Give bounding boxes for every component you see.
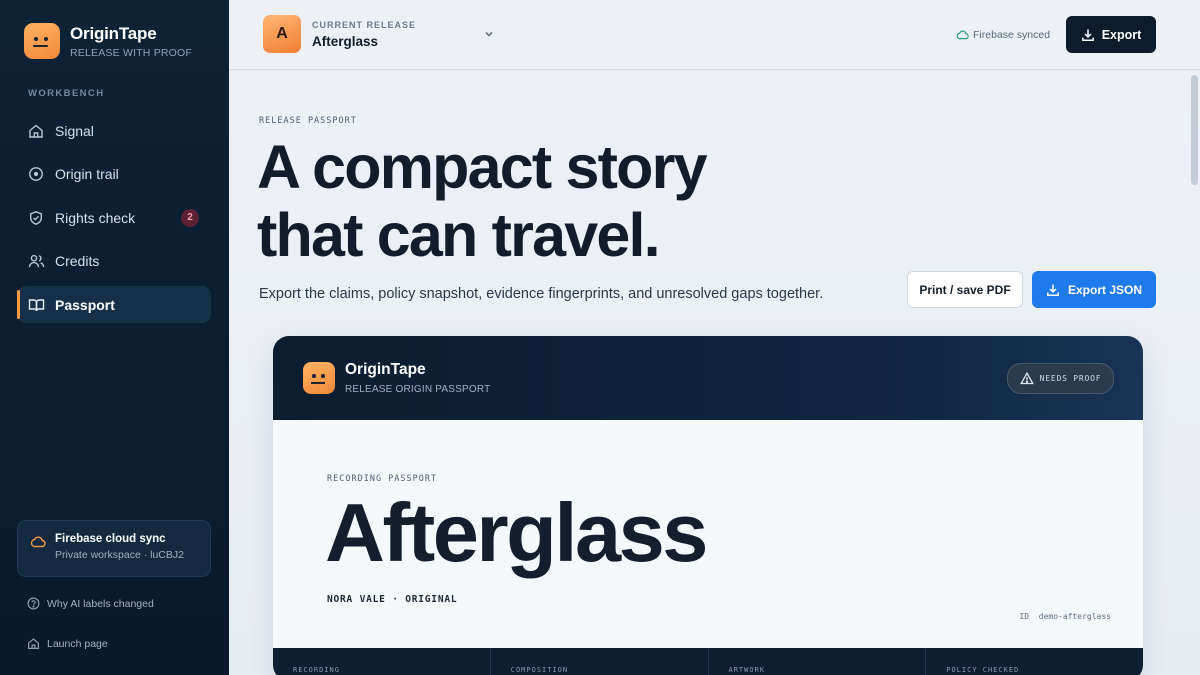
recording-artist: NORA VALE · ORIGINAL	[327, 594, 458, 605]
rights-check-count-badge: 2	[181, 208, 199, 227]
sidebar-nav: Signal Origin trail Rights check 2 Credi…	[17, 112, 211, 330]
sync-card-subtitle: Private workspace · luCBJ2	[55, 549, 184, 561]
export-button-label: Export	[1101, 27, 1142, 42]
download-icon	[1081, 28, 1095, 42]
sync-status: Firebase synced	[956, 29, 1050, 41]
sidebar-item-signal[interactable]: Signal	[17, 112, 211, 149]
export-json-label: Export JSON	[1067, 282, 1142, 297]
recording-id-value: demo-afterglass	[1038, 612, 1111, 621]
book-icon	[27, 296, 45, 314]
page-description: Export the claims, policy snapshot, evid…	[259, 286, 824, 302]
cloud-icon	[956, 30, 969, 40]
origintape-logo-icon	[24, 23, 60, 59]
recording-passport-label: RECORDING PASSPORT	[327, 474, 438, 484]
home-icon	[27, 637, 40, 650]
sidebar-item-credits[interactable]: Credits	[17, 243, 211, 280]
sidebar-item-origin-trail[interactable]: Origin trail	[17, 156, 211, 193]
shield-icon	[27, 209, 45, 227]
current-release-label: CURRENT RELEASE	[312, 20, 417, 30]
target-icon	[27, 165, 45, 183]
passport-subtitle: RELEASE ORIGIN PASSPORT	[345, 384, 491, 395]
recording-title: Afterglass	[325, 486, 708, 579]
sync-card-title: Firebase cloud sync	[55, 533, 166, 545]
brand[interactable]: OriginTape RELEASE WITH PROOF	[24, 23, 192, 59]
footer-col-recording: RECORDING	[273, 648, 491, 675]
footer-col-policy-checked: POLICY CHECKED	[946, 666, 1020, 674]
firebase-sync-card[interactable]: Firebase cloud sync Private workspace · …	[17, 520, 211, 577]
recording-id: ID demo-afterglass	[1019, 612, 1111, 621]
recording-id-label: ID	[1019, 612, 1030, 621]
sidebar-item-label: Signal	[55, 122, 94, 139]
scrollbar[interactable]	[1191, 75, 1198, 185]
current-release-name[interactable]: Afterglass	[312, 34, 378, 49]
sidebar-item-label: Credits	[55, 253, 100, 269]
page-title-line-2: that can travel.	[257, 201, 661, 269]
status-badge: NEEDS PROOF	[1007, 363, 1114, 394]
status-badge-text: NEEDS PROOF	[1039, 374, 1102, 383]
help-icon	[27, 597, 40, 610]
brand-tagline: RELEASE WITH PROOF	[70, 46, 193, 59]
passport-card: OriginTape RELEASE ORIGIN PASSPORT NEEDS…	[273, 336, 1143, 675]
users-icon	[27, 252, 45, 270]
footer-col-artwork: ARTWORK	[709, 648, 927, 675]
chevron-down-icon[interactable]	[483, 27, 495, 45]
why-ai-labels-label: Why AI labels changed	[47, 597, 154, 610]
launch-page-label: Launch page	[47, 637, 108, 650]
why-ai-labels-link[interactable]: Why AI labels changed	[27, 597, 154, 610]
warning-icon	[1019, 372, 1034, 385]
sidebar-item-label: Passport	[55, 296, 115, 313]
sidebar: OriginTape RELEASE WITH PROOF WORKBENCH …	[0, 0, 229, 675]
export-json-button[interactable]: Export JSON	[1032, 271, 1156, 308]
passport-card-body: RECORDING PASSPORT Afterglass NORA VALE …	[273, 420, 1143, 648]
home-icon	[27, 122, 45, 140]
passport-card-header: OriginTape RELEASE ORIGIN PASSPORT NEEDS…	[273, 336, 1143, 420]
sidebar-item-rights-check[interactable]: Rights check 2	[17, 199, 211, 236]
brand-name: OriginTape	[70, 23, 157, 43]
section-label-workbench: WORKBENCH	[28, 88, 105, 99]
origintape-logo-icon	[303, 362, 335, 394]
passport-brand: OriginTape	[345, 361, 426, 378]
export-button[interactable]: Export	[1066, 16, 1156, 53]
cloud-icon	[30, 535, 46, 553]
sync-status-text: Firebase synced	[973, 29, 1051, 41]
section-eyebrow: RELEASE PASSPORT	[259, 116, 357, 126]
page-title: A compact story that can travel.	[257, 133, 897, 269]
page-title-line-1: A compact story	[257, 133, 708, 201]
sidebar-item-label: Rights check	[55, 209, 136, 226]
print-save-pdf-button[interactable]: Print / save PDF	[907, 271, 1023, 308]
sidebar-item-passport[interactable]: Passport	[17, 286, 211, 323]
sidebar-item-label: Origin trail	[55, 166, 119, 182]
main-content: RELEASE PASSPORT A compact story that ca…	[229, 71, 1200, 675]
passport-card-footer: RECORDING COMPOSITION ARTWORK POLICY CHE…	[273, 648, 1143, 675]
top-bar: A CURRENT RELEASE Afterglass Firebase sy…	[229, 0, 1200, 70]
download-icon	[1046, 283, 1060, 297]
footer-col-composition: COMPOSITION	[491, 648, 709, 675]
launch-page-link[interactable]: Launch page	[27, 637, 108, 650]
release-avatar[interactable]: A	[263, 15, 301, 53]
